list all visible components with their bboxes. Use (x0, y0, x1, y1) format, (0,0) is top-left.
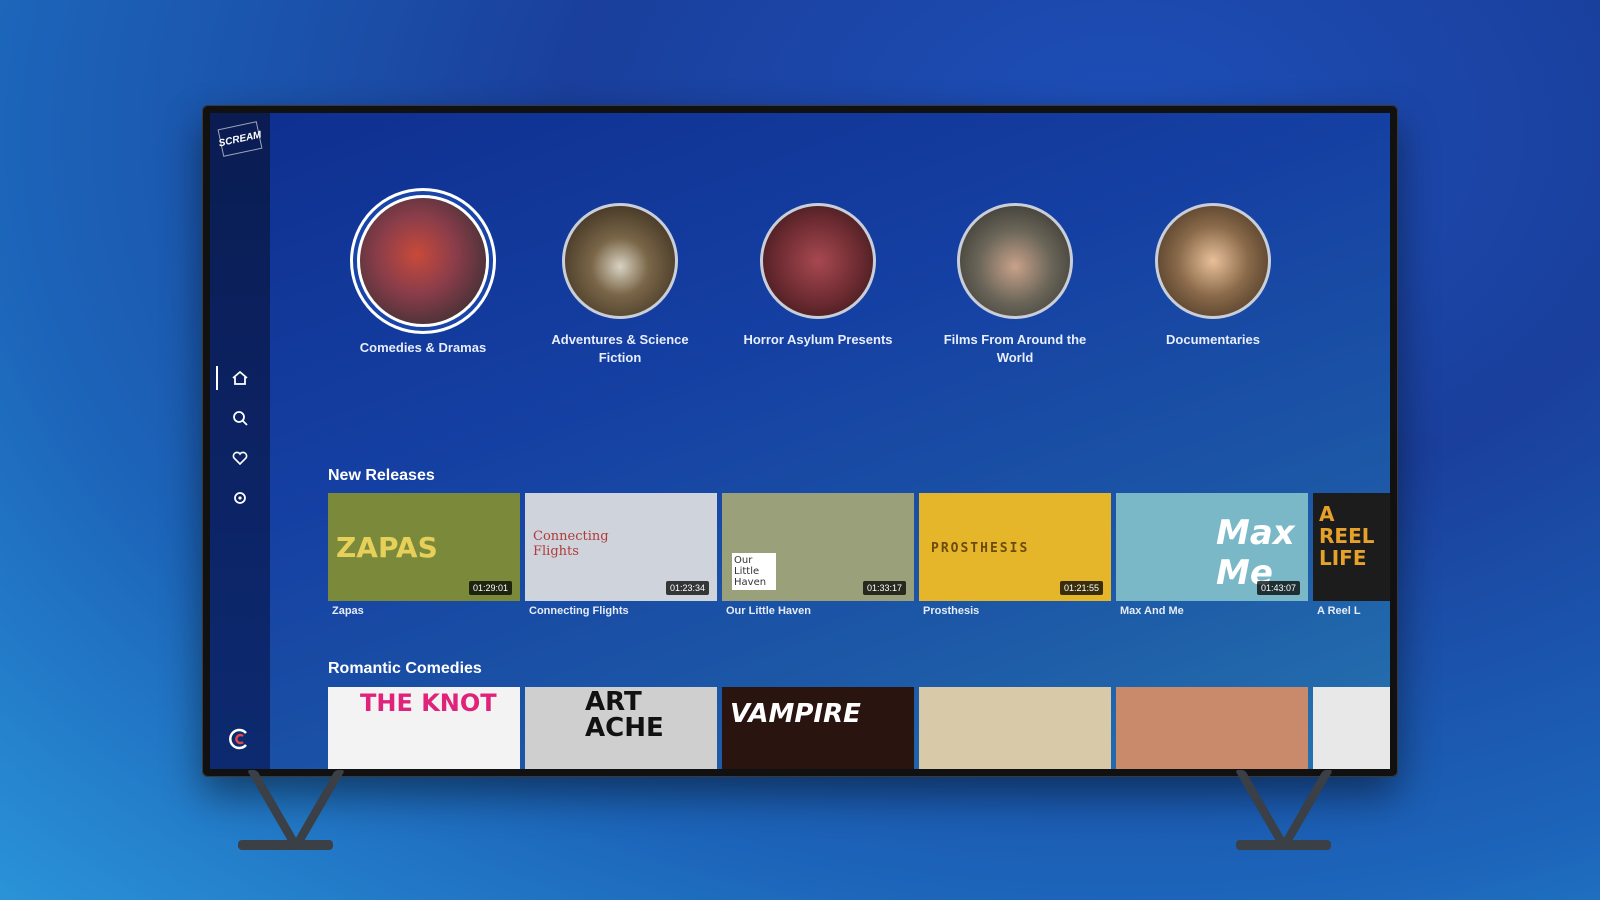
category-comedies-dramas[interactable]: Comedies & Dramas (338, 195, 508, 357)
category-label: Horror Asylum Presents (743, 332, 893, 347)
home-icon[interactable] (230, 368, 250, 388)
category-horror-asylum[interactable]: Horror Asylum Presents (733, 203, 903, 349)
tv-stand-base (238, 840, 333, 850)
duration-badge: 01:29:01 (468, 581, 512, 595)
tile-art-text: ART ACHE (585, 687, 664, 743)
tile-title: A Reel L (1317, 605, 1361, 617)
movie-tile[interactable]: A REEL LIFE (1313, 493, 1390, 601)
movie-tile[interactable]: Connecting Flights 01:23:34 (525, 493, 717, 601)
category-label: Comedies & Dramas (359, 340, 487, 355)
sidebar: SCREAM (210, 113, 270, 769)
tile-title: Zapas (332, 605, 364, 617)
duration-badge: 01:21:55 (1059, 581, 1103, 595)
tile-art-text: VAMPIRE (730, 699, 861, 729)
movie-tile[interactable] (919, 687, 1111, 769)
movie-tile[interactable]: VAMPIRE (722, 687, 914, 769)
tile-art-text: A REEL LIFE (1319, 502, 1375, 570)
category-adventures-sci-fi[interactable]: Adventures & Science Fiction (535, 203, 705, 367)
duration-badge: 01:33:17 (862, 581, 906, 595)
movie-tile[interactable]: PROSTHESIS 01:21:55 (919, 493, 1111, 601)
heart-icon[interactable] (230, 448, 250, 468)
tv-stand-leg (1276, 770, 1334, 850)
category-label: Films From Around the World (943, 332, 1087, 365)
tile-title: Prosthesis (923, 605, 980, 617)
tile-art-text: Our Little Haven (732, 553, 776, 590)
tv-screen: SCREAM Comedies & Dramas Adventures & Sc… (210, 113, 1390, 769)
tile-art-text: THE KNOT (360, 689, 497, 717)
tv-frame: SCREAM Comedies & Dramas Adventures & Sc… (202, 105, 1398, 777)
category-thumbnail (760, 203, 876, 319)
row-title-romantic-comedies: Romantic Comedies (328, 660, 482, 677)
movie-tile[interactable]: THE KNOT (328, 687, 520, 769)
settings-icon[interactable] (230, 488, 250, 508)
brand-icon[interactable] (228, 727, 252, 751)
tile-title: Max And Me (1120, 605, 1184, 617)
row-title-new-releases: New Releases (328, 467, 435, 484)
tile-title: Connecting Flights (529, 605, 629, 617)
tile-art-text: ZAPAS (336, 531, 438, 564)
category-thumbnail (1155, 203, 1271, 319)
tv-stand-base (1236, 840, 1331, 850)
tile-art-text: PROSTHESIS (931, 541, 1030, 556)
tv-stand-leg (1234, 770, 1292, 850)
movie-tile[interactable] (1116, 687, 1308, 769)
movie-tile[interactable]: Our Little Haven 01:33:17 (722, 493, 914, 601)
movie-tile[interactable]: ZAPAS 01:29:01 (328, 493, 520, 601)
movie-tile[interactable]: Max Me 01:43:07 (1116, 493, 1308, 601)
tv-stand-leg (288, 770, 346, 850)
category-thumbnail (957, 203, 1073, 319)
category-films-world[interactable]: Films From Around the World (930, 203, 1100, 367)
movie-tile[interactable]: ART ACHE (525, 687, 717, 769)
duration-badge: 01:43:07 (1256, 581, 1300, 595)
movie-tile[interactable] (1313, 687, 1390, 769)
tile-title: Our Little Haven (726, 605, 811, 617)
category-thumbnail (562, 203, 678, 319)
category-label: Adventures & Science Fiction (551, 332, 689, 365)
nav-active-indicator (216, 366, 218, 390)
search-icon[interactable] (230, 408, 250, 428)
category-documentaries[interactable]: Documentaries (1128, 203, 1298, 349)
category-label: Documentaries (1166, 332, 1260, 347)
app-logo[interactable]: SCREAM (217, 121, 263, 157)
category-thumbnail (357, 195, 489, 327)
duration-badge: 01:23:34 (665, 581, 709, 595)
tile-art-text: Connecting Flights (533, 529, 609, 559)
